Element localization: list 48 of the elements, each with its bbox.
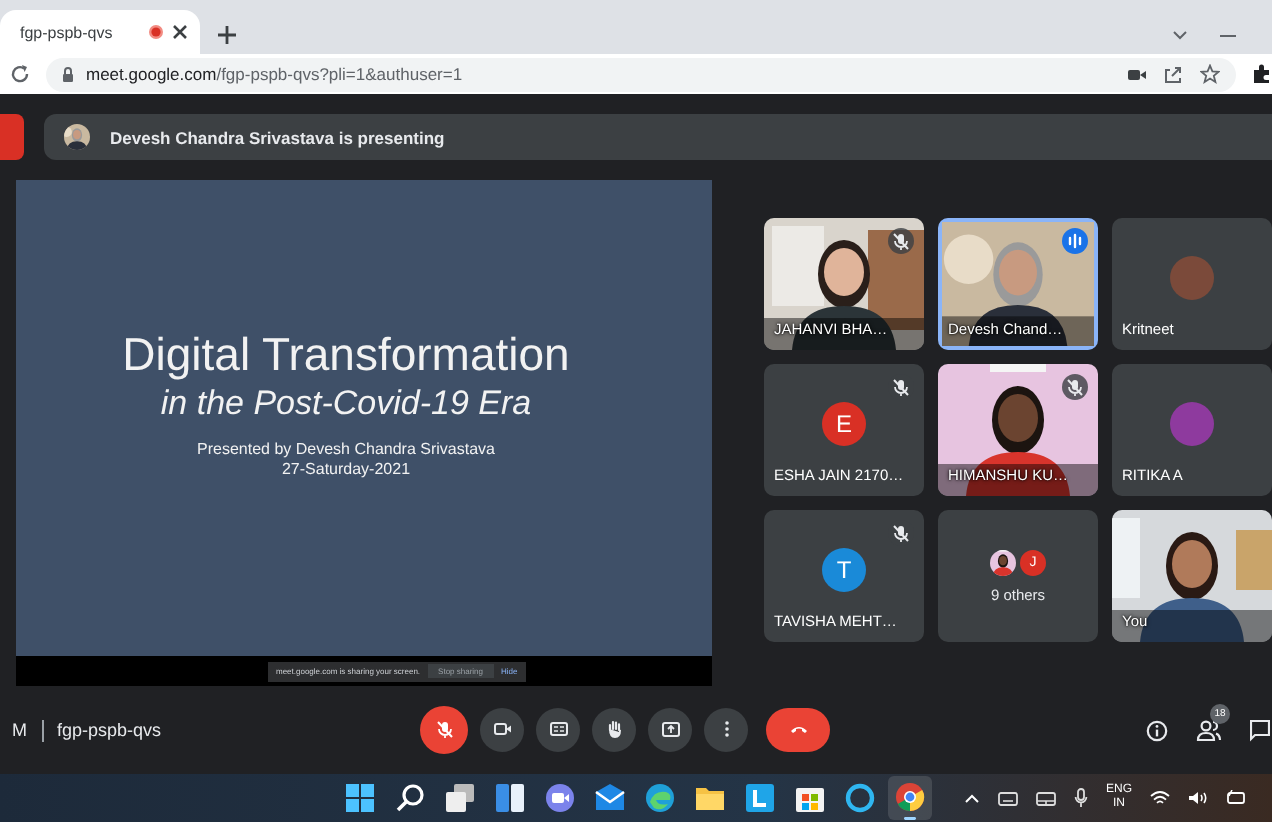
star-icon[interactable] [1200, 64, 1220, 84]
avatar: T [822, 548, 866, 592]
recording-strip [0, 114, 24, 160]
share-icon[interactable] [1164, 65, 1182, 83]
microphone-button[interactable] [420, 706, 468, 754]
battery-icon[interactable] [1226, 790, 1247, 806]
chat-icon[interactable] [1250, 719, 1270, 741]
extensions-icon[interactable] [1252, 64, 1272, 84]
volume-icon[interactable] [1188, 790, 1209, 806]
camera-button[interactable] [480, 708, 524, 752]
raise-hand-button[interactable] [592, 708, 636, 752]
close-icon[interactable] [172, 24, 188, 40]
touchpad-icon[interactable] [1036, 791, 1056, 805]
slide-date: 27-Saturday-2021 [281, 460, 411, 478]
present-button[interactable] [648, 708, 692, 752]
hand-icon [605, 720, 623, 740]
tab-title: fgp-pspb-qvs [20, 23, 115, 41]
slide-title: Digital Transformation [122, 328, 570, 382]
slide-subtitle: in the Post-Covid-19 Era [160, 384, 532, 424]
info-icon[interactable] [1146, 719, 1168, 741]
url-text: meet.google.com/fgp-pspb-qvs?pli=1&authuser=1 [86, 64, 465, 84]
camera-icon[interactable] [1128, 67, 1146, 81]
captions-button[interactable] [536, 708, 580, 752]
speaking-icon [1062, 228, 1088, 254]
present-icon [661, 720, 679, 740]
browser-tab[interactable]: fgp-pspb-qvs [0, 10, 200, 54]
chrome-icon[interactable] [888, 776, 932, 820]
captions-icon [549, 720, 567, 740]
people-icon[interactable] [1196, 719, 1222, 741]
banner-text: Devesh Chandra Srivastava is presenting [110, 127, 445, 147]
leave-call-button[interactable] [766, 708, 830, 752]
chevron-down-icon[interactable] [1172, 30, 1188, 40]
meeting-time: M [12, 720, 27, 740]
reload-icon[interactable] [10, 64, 30, 84]
plus-icon[interactable] [218, 26, 236, 44]
chevron-up-icon[interactable] [964, 793, 980, 803]
recording-icon [148, 24, 164, 40]
address-bar[interactable]: meet.google.com/fgp-pspb-qvs?pli=1&authuser=1 [46, 57, 1236, 91]
camera-icon [493, 720, 511, 740]
meeting-code: fgp-pspb-qvs [57, 720, 162, 740]
microphone-icon[interactable] [1074, 788, 1088, 808]
wifi-icon[interactable] [1150, 790, 1171, 806]
slide-byline: Presented by Devesh Chandra Srivastava [197, 440, 495, 458]
keyboard-icon[interactable] [998, 791, 1018, 805]
avatar: E [822, 402, 866, 446]
lock-icon [62, 66, 74, 82]
minimize-icon[interactable] [1220, 30, 1236, 40]
microphone-off-icon [435, 720, 453, 740]
